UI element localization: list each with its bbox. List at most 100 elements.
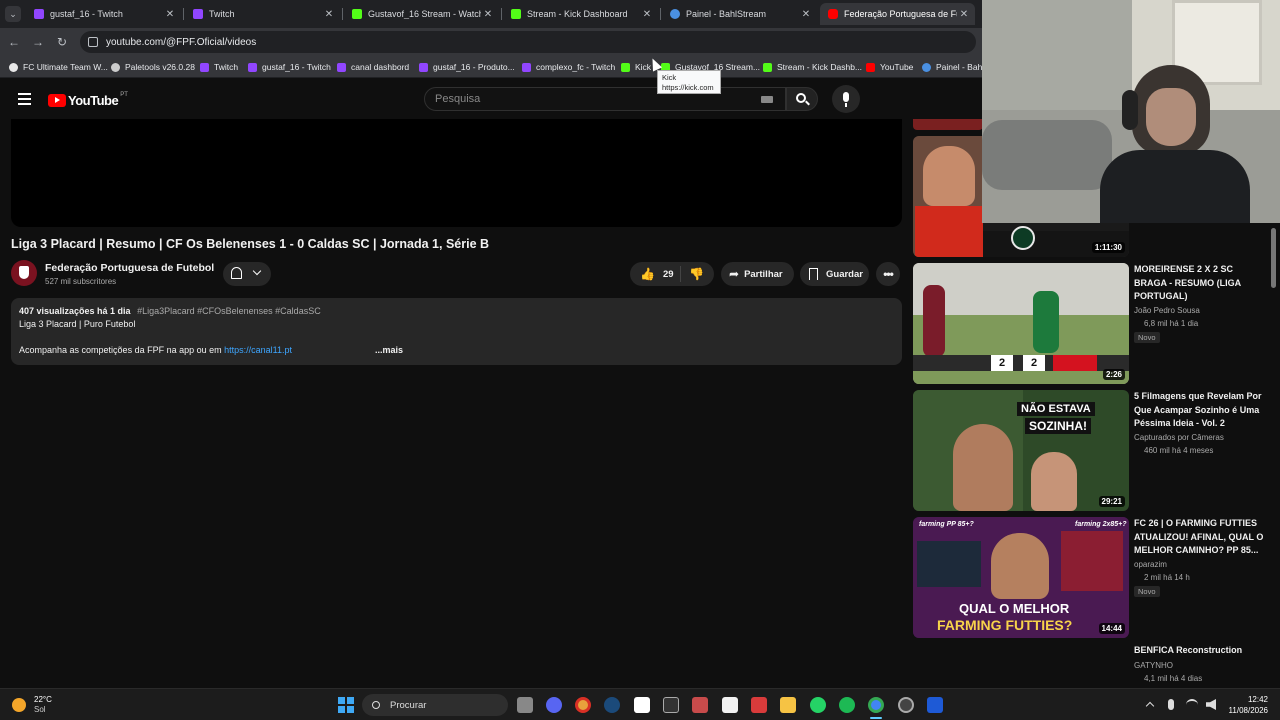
forward-button[interactable]: → bbox=[30, 34, 46, 50]
task-view-icon[interactable] bbox=[517, 697, 533, 713]
mic-tray-icon[interactable] bbox=[1168, 699, 1174, 710]
score-home: 2 bbox=[991, 355, 1013, 371]
recommended-title[interactable]: 5 Filmagens que Revelam Por Que Acampar … bbox=[1134, 390, 1266, 431]
bookmark[interactable]: FC Ultimate Team W... bbox=[9, 60, 108, 74]
bookmark[interactable]: YouTube bbox=[866, 60, 913, 74]
new-badge: Novo bbox=[1134, 332, 1160, 343]
bookmark[interactable]: Paletools v26.0.28 bbox=[111, 60, 195, 74]
reload-button[interactable]: ↻ bbox=[54, 34, 70, 50]
search-button[interactable] bbox=[786, 87, 818, 111]
epic-games-icon[interactable] bbox=[663, 697, 679, 713]
chevron-up-icon[interactable] bbox=[1145, 701, 1155, 711]
page-scrollbar[interactable] bbox=[1271, 228, 1276, 288]
video-thumbnail[interactable]: farming PP 85+? farming 2x85+? QUAL O ME… bbox=[913, 517, 1129, 638]
video-thumbnail[interactable]: 2 2 2:26 bbox=[913, 263, 1129, 384]
recommended-channel[interactable]: oparazim bbox=[1134, 560, 1167, 569]
browser-tab[interactable]: Stream - Kick Dashboard ✕ bbox=[503, 3, 658, 25]
taskbar-search[interactable]: Procurar bbox=[362, 694, 508, 716]
volume-icon[interactable] bbox=[1206, 699, 1216, 710]
voice-search-button[interactable] bbox=[832, 85, 860, 113]
menu-icon[interactable] bbox=[18, 93, 31, 105]
recommended-channel[interactable]: GATYNHO bbox=[1134, 661, 1173, 670]
bookmark[interactable]: gustaf_16 - Twitch bbox=[248, 60, 331, 74]
video-thumbnail[interactable]: NÃO ESTAVA SOZINHA! 29:21 bbox=[913, 390, 1129, 511]
twitch-icon bbox=[337, 62, 346, 72]
close-tab-icon[interactable]: ✕ bbox=[957, 9, 971, 20]
description-link[interactable]: https://canal11.pt bbox=[224, 345, 292, 355]
file-explorer-icon[interactable] bbox=[780, 697, 796, 713]
close-tab-icon[interactable]: ✕ bbox=[799, 9, 813, 20]
recommended-title[interactable]: BENFICA Reconstruction bbox=[1134, 644, 1266, 658]
twitch-icon bbox=[248, 62, 257, 72]
address-bar[interactable]: youtube.com/@FPF.Oficial/videos bbox=[80, 31, 976, 53]
discord-icon[interactable] bbox=[546, 697, 562, 713]
settings-icon[interactable] bbox=[898, 697, 914, 713]
recommended-title[interactable]: FC 26 | O FARMING FUTTIES ATUALIZOU! AFI… bbox=[1134, 517, 1266, 558]
bookmark[interactable]: Kick bbox=[621, 60, 651, 74]
save-button[interactable]: Guardar bbox=[800, 262, 869, 286]
back-button[interactable]: ← bbox=[6, 34, 22, 50]
bookmark[interactable]: Painel - Bahl bbox=[922, 60, 984, 74]
steam-icon[interactable] bbox=[604, 697, 620, 713]
recommended-channel[interactable]: Capturados por Câmeras bbox=[1134, 433, 1224, 442]
streamlabs-icon[interactable] bbox=[751, 697, 767, 713]
windows-start-icon[interactable] bbox=[338, 697, 354, 713]
kick-icon bbox=[511, 9, 521, 19]
store-icon[interactable] bbox=[722, 697, 738, 713]
weather-widget[interactable]: 22°C Sol bbox=[12, 695, 52, 715]
channel-avatar[interactable] bbox=[11, 260, 37, 286]
person-figure bbox=[991, 533, 1049, 599]
chrome-active-icon[interactable] bbox=[868, 697, 884, 713]
whatsapp-icon[interactable] bbox=[810, 697, 826, 713]
channel-name[interactable]: Federação Portuguesa de Futebol bbox=[45, 262, 214, 274]
close-tab-icon[interactable]: ✕ bbox=[481, 9, 495, 20]
dislike-button[interactable]: 👎 bbox=[681, 267, 704, 281]
active-app-indicator bbox=[870, 717, 882, 719]
share-button[interactable]: ➦ Partilhar bbox=[721, 262, 794, 286]
tab-search-button[interactable]: ⌄ bbox=[5, 6, 21, 22]
bookmark[interactable]: canal dashbord bbox=[337, 60, 409, 74]
capcut-icon[interactable] bbox=[634, 697, 650, 713]
system-clock[interactable]: 12:42 11/08/2026 bbox=[1222, 694, 1268, 716]
bookmarks-bar: FC Ultimate Team W... Paletools v26.0.28… bbox=[0, 56, 984, 78]
browser-tab-active[interactable]: Federação Portuguesa de Futeb ✕ bbox=[820, 3, 975, 25]
tooltip-title: Kick bbox=[662, 73, 677, 82]
show-more-link[interactable]: ...mais bbox=[375, 345, 403, 355]
like-button[interactable]: 👍 29 bbox=[630, 267, 680, 281]
close-tab-icon[interactable]: ✕ bbox=[640, 9, 654, 20]
browser-tab[interactable]: Twitch ✕ bbox=[185, 3, 340, 25]
browser-tab[interactable]: Painel - BahlStream ✕ bbox=[662, 3, 817, 25]
hashtags[interactable]: #Liga3Placard #CFOsBelenenses #CaldasSC bbox=[137, 306, 321, 316]
recommended-channel[interactable]: João Pedro Sousa bbox=[1134, 306, 1200, 315]
spotify-icon[interactable] bbox=[839, 697, 855, 713]
twitch-icon bbox=[200, 62, 209, 72]
twitch-icon bbox=[522, 62, 531, 72]
video-player[interactable] bbox=[11, 119, 902, 227]
club-crest-icon bbox=[1011, 226, 1035, 250]
youtube-logo[interactable]: YouTube PT bbox=[48, 92, 128, 108]
thumbnail-overlay-text: FARMING FUTTIES? bbox=[937, 617, 1073, 633]
bookmark[interactable]: Twitch bbox=[200, 60, 238, 74]
bed-shape bbox=[982, 120, 1112, 190]
thumbnail-small-text: farming PP 85+? bbox=[919, 521, 974, 528]
chrome-icon[interactable] bbox=[575, 697, 591, 713]
sun-icon bbox=[12, 698, 26, 712]
close-tab-icon[interactable]: ✕ bbox=[322, 9, 336, 20]
browser-tab[interactable]: gustaf_16 - Twitch ✕ bbox=[26, 3, 181, 25]
close-tab-icon[interactable]: ✕ bbox=[163, 9, 177, 20]
browser-tab[interactable]: Gustavof_16 Stream - Watch Li ✕ bbox=[344, 3, 499, 25]
search-input[interactable]: Pesquisa bbox=[424, 87, 786, 111]
recommended-title[interactable]: MOREIRENSE 2 X 2 SC BRAGA - RESUMO (LIGA… bbox=[1134, 263, 1266, 304]
wifi-icon[interactable] bbox=[1186, 699, 1198, 711]
youtube-header: YouTube PT Pesquisa bbox=[0, 79, 982, 119]
more-actions-button[interactable]: ••• bbox=[876, 262, 900, 286]
obs-icon[interactable] bbox=[692, 697, 708, 713]
video-description[interactable]: 407 visualizações há 1 dia #Liga3Placard… bbox=[11, 298, 902, 365]
bookmark[interactable]: Stream - Kick Dashb... bbox=[763, 60, 862, 74]
vpn-icon[interactable] bbox=[927, 697, 943, 713]
site-info-icon[interactable] bbox=[88, 37, 98, 47]
bookmark[interactable]: gustaf_16 - Produto... bbox=[419, 60, 515, 74]
bookmark[interactable]: complexo_fc - Twitch bbox=[522, 60, 615, 74]
notification-button[interactable] bbox=[223, 262, 271, 286]
keyboard-icon[interactable] bbox=[761, 96, 773, 103]
